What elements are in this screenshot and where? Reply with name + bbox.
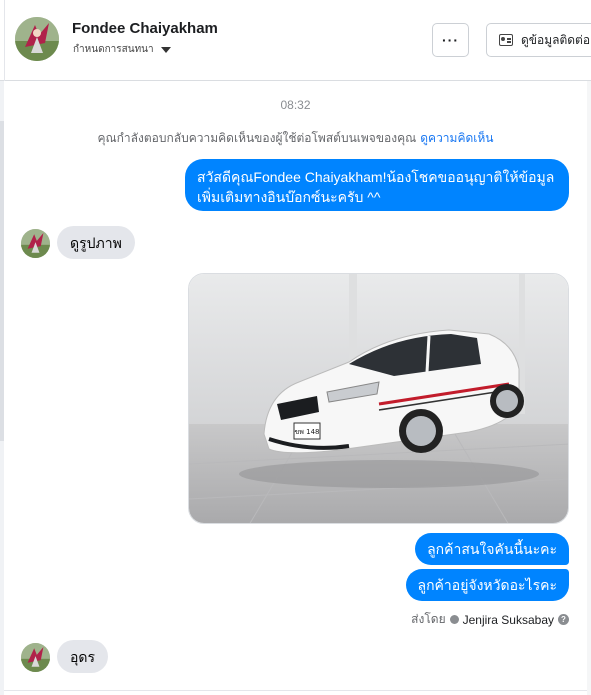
notice-text: คุณกำลังตอบกลับความคิดเห็นของผู้ใช้ต่อโพ…: [97, 131, 417, 145]
contact-name[interactable]: Fondee Chaiyakham: [72, 20, 218, 37]
admin-avatar-icon: [449, 615, 459, 624]
scrollbar[interactable]: [0, 81, 4, 695]
outgoing-message[interactable]: ลูกค้าสนใจคันนี้นะคะ: [415, 533, 569, 565]
reply-context-notice: คุณกำลังตอบกลับความคิดเห็นของผู้ใช้ต่อโพ…: [0, 129, 591, 148]
scrollbar-track: [587, 81, 591, 695]
license-plate: ขพ 148: [295, 428, 320, 436]
view-comment-link[interactable]: ดูความคิดเห็น: [420, 131, 493, 145]
contact-card-icon: [499, 34, 513, 46]
car-photo-attachment[interactable]: ขพ 148: [188, 273, 569, 524]
conversation-settings[interactable]: กำหนดการสนทนา: [73, 42, 171, 57]
sender-avatar[interactable]: [21, 229, 50, 258]
sent-by-name: Jenjira Suksabay: [462, 612, 554, 627]
sent-by-label: ส่งโดย: [411, 612, 446, 626]
conversation-settings-label: กำหนดการสนทนา: [73, 44, 154, 55]
outgoing-message[interactable]: ลูกค้าอยู่จังหวัดอะไรคะ: [405, 569, 569, 601]
help-icon[interactable]: ?: [558, 614, 569, 625]
view-contact-button[interactable]: ดูข้อมูลติดต่อ: [486, 23, 591, 57]
divider: [4, 690, 587, 691]
conversation-header: Fondee Chaiyakham กำหนดการสนทนา ··· ดูข้…: [0, 0, 591, 81]
sent-by-indicator: ส่งโดย Jenjira Suksabay ?: [411, 610, 569, 629]
divider: [4, 0, 5, 81]
view-contact-label: ดูข้อมูลติดต่อ: [521, 32, 591, 47]
sender-avatar[interactable]: [21, 643, 50, 672]
incoming-message[interactable]: ดูรูปภาพ: [57, 226, 135, 259]
incoming-message[interactable]: อุดร: [57, 640, 109, 673]
avatar[interactable]: [15, 17, 59, 61]
outgoing-message[interactable]: สวัสดีคุณFondee Chaiyakham!น้องโชคขออนุญ…: [185, 159, 569, 211]
message-timestamp: 08:32: [280, 98, 311, 112]
more-options-button[interactable]: ···: [432, 23, 469, 57]
scrollbar-thumb[interactable]: [0, 121, 4, 441]
caret-down-icon: [160, 46, 171, 53]
